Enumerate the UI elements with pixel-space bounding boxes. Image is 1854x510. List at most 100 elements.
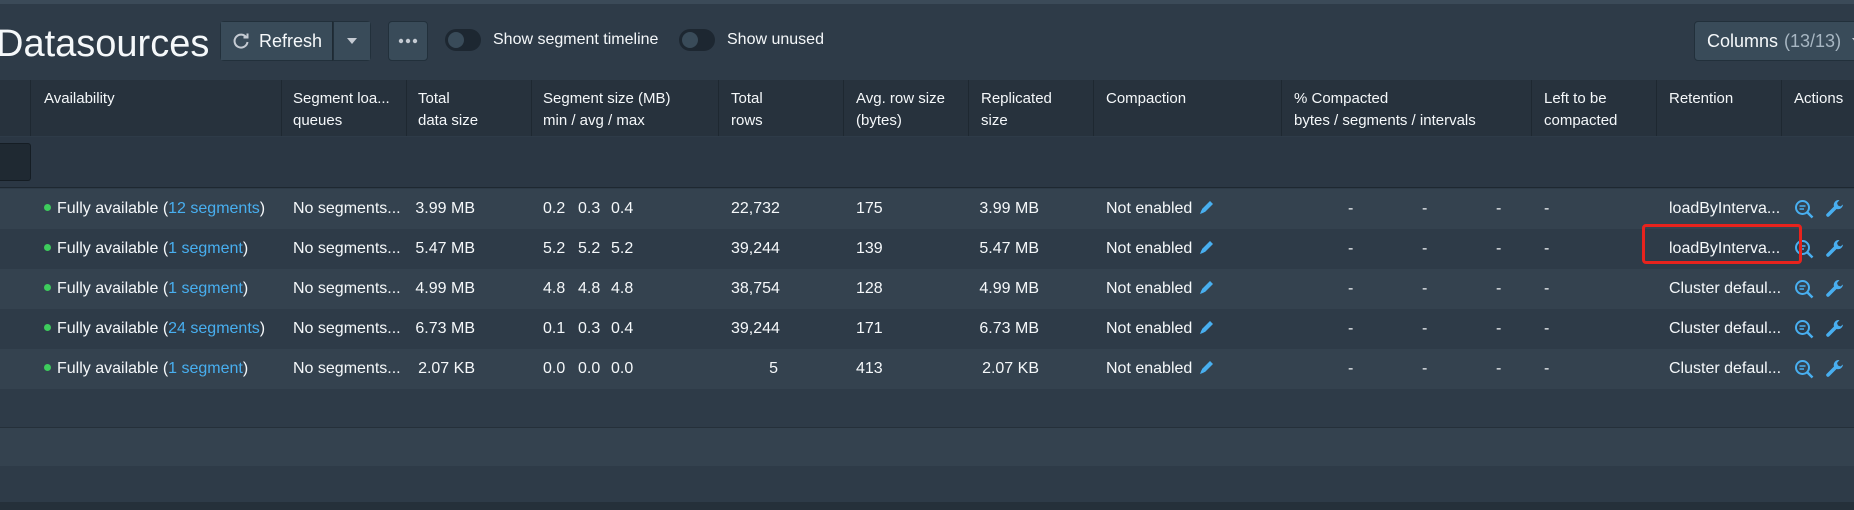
refresh-options-button[interactable] [333,21,371,61]
header-avg-row-size[interactable]: Avg. row size (bytes) [856,88,945,132]
pct-compacted-segments-cell: - [1422,280,1428,297]
total-data-size-cell: 2.07 KB [418,360,475,377]
pct-compacted-segments-cell: - [1422,320,1428,337]
avg-row-size-cell: 175 [856,200,883,217]
header-segment-load-queues[interactable]: Segment loa... queues [293,88,390,132]
left-to-be-compacted-cell: - [1544,360,1550,377]
empty-row [0,389,1854,428]
columns-count: (13/13) [1784,30,1842,51]
columns-button[interactable]: Columns (13/13) [1694,21,1854,61]
available-status-dot [44,284,51,292]
search-icon [1795,200,1814,219]
segment-size-avg-cell: 5.2 [578,240,601,257]
view-details-button[interactable] [1794,359,1814,379]
segment-load-queues-cell: No segments... [293,280,401,297]
replicated-size-cell: 5.47 MB [979,240,1039,257]
actions-button[interactable] [1825,359,1845,379]
retention-cell[interactable]: Cluster defaul... [1669,309,1781,349]
wrench-icon [1826,279,1843,297]
header-left-to-be-compacted[interactable]: Left to be compacted [1544,88,1617,132]
refresh-button-group: Refresh [220,21,371,61]
pct-compacted-intervals-cell: - [1496,280,1502,297]
segment-size-avg-cell: 0.3 [578,320,601,337]
segment-load-queues-cell: No segments... [293,200,401,217]
replicated-size-cell: 2.07 KB [982,360,1039,377]
wrench-icon [1826,239,1843,257]
view-details-button[interactable] [1794,319,1814,339]
wrench-icon [1826,359,1843,377]
top-border [0,0,1854,4]
availability-cell: Fully available (24 segments) [44,309,265,349]
segment-load-queues-cell: No segments... [293,320,401,337]
segment-size-min-cell: 0.0 [543,360,566,377]
pct-compacted-bytes-cell: - [1348,200,1354,217]
total-rows-cell: 38,754 [731,280,780,297]
header-compaction[interactable]: Compaction [1106,88,1186,110]
total-rows-cell: 22,732 [731,200,780,217]
header-replicated-size[interactable]: Replicated size [981,88,1052,132]
segments-link[interactable]: 1 segment [168,240,243,257]
segment-size-min-cell: 5.2 [543,240,566,257]
retention-cell[interactable]: Cluster defaul... [1669,269,1781,309]
compaction-cell: Not enabled [1106,309,1216,349]
pct-compacted-segments-cell: - [1422,240,1428,257]
show-unused-switch[interactable]: Show unused [679,28,824,52]
edit-compaction-button[interactable] [1192,320,1216,337]
filter-row [0,137,1854,188]
segments-link[interactable]: 1 segment [168,360,243,377]
avg-row-size-cell: 139 [856,240,883,257]
actions-button[interactable] [1825,239,1845,259]
highlight-annotation [1642,224,1802,264]
compaction-cell: Not enabled [1106,189,1216,229]
header-segment-size[interactable]: Segment size (MB) min / avg / max [543,88,671,132]
compaction-cell: Not enabled [1106,269,1216,309]
edit-icon [1200,200,1214,214]
switch-track[interactable] [679,29,715,51]
actions-button[interactable] [1825,319,1845,339]
empty-row [0,466,1854,505]
show-segment-timeline-switch[interactable]: Show segment timeline [445,28,658,52]
actions-button[interactable] [1825,279,1845,299]
segment-size-max-cell: 4.8 [611,280,634,297]
header-retention[interactable]: Retention [1669,88,1733,110]
refresh-icon [233,33,249,49]
refresh-label: Refresh [258,30,323,51]
segments-link[interactable]: 1 segment [168,280,243,297]
left-to-be-compacted-cell: - [1544,240,1550,257]
availability-cell: Fully available (1 segment) [44,269,248,309]
pct-compacted-intervals-cell: - [1496,320,1502,337]
edit-compaction-button[interactable] [1192,240,1216,257]
refresh-button[interactable]: Refresh [220,21,333,61]
filter-input[interactable] [0,143,31,181]
search-icon [1795,360,1814,379]
segments-link[interactable]: 12 segments [168,200,260,217]
header-availability[interactable]: Availability [44,88,115,110]
retention-cell[interactable]: Cluster defaul... [1669,349,1781,389]
table-row: Fully available (1 segment) No segments..… [0,229,1854,270]
edit-compaction-button[interactable] [1192,200,1216,217]
available-status-dot [44,364,51,372]
retention-cell[interactable]: loadByInterva... [1669,189,1780,229]
segments-link[interactable]: 24 segments [168,320,260,337]
switch-track[interactable] [445,29,481,51]
edit-icon [1200,360,1214,374]
edit-compaction-button[interactable] [1192,280,1216,297]
view-details-button[interactable] [1794,199,1814,219]
bottom-strip [0,502,1854,510]
segment-load-queues-cell: No segments... [293,360,401,377]
availability-cell: Fully available (12 segments) [44,189,265,229]
edit-compaction-button[interactable] [1192,360,1216,377]
header-total-data-size[interactable]: Total data size [418,88,478,132]
total-rows-cell: 39,244 [731,240,780,257]
segment-size-avg-cell: 0.0 [578,360,601,377]
segment-size-min-cell: 0.2 [543,200,566,217]
header-pct-compacted[interactable]: % Compacted bytes / segments / intervals [1294,88,1476,132]
view-details-button[interactable] [1794,279,1814,299]
page-title: Datasources [0,23,210,65]
show-segment-timeline-label: Show segment timeline [493,31,659,48]
availability-cell: Fully available (1 segment) [44,229,248,269]
segment-size-min-cell: 0.1 [543,320,566,337]
more-button[interactable] [388,21,428,61]
header-total-rows[interactable]: Total rows [731,88,763,132]
actions-button[interactable] [1825,199,1845,219]
